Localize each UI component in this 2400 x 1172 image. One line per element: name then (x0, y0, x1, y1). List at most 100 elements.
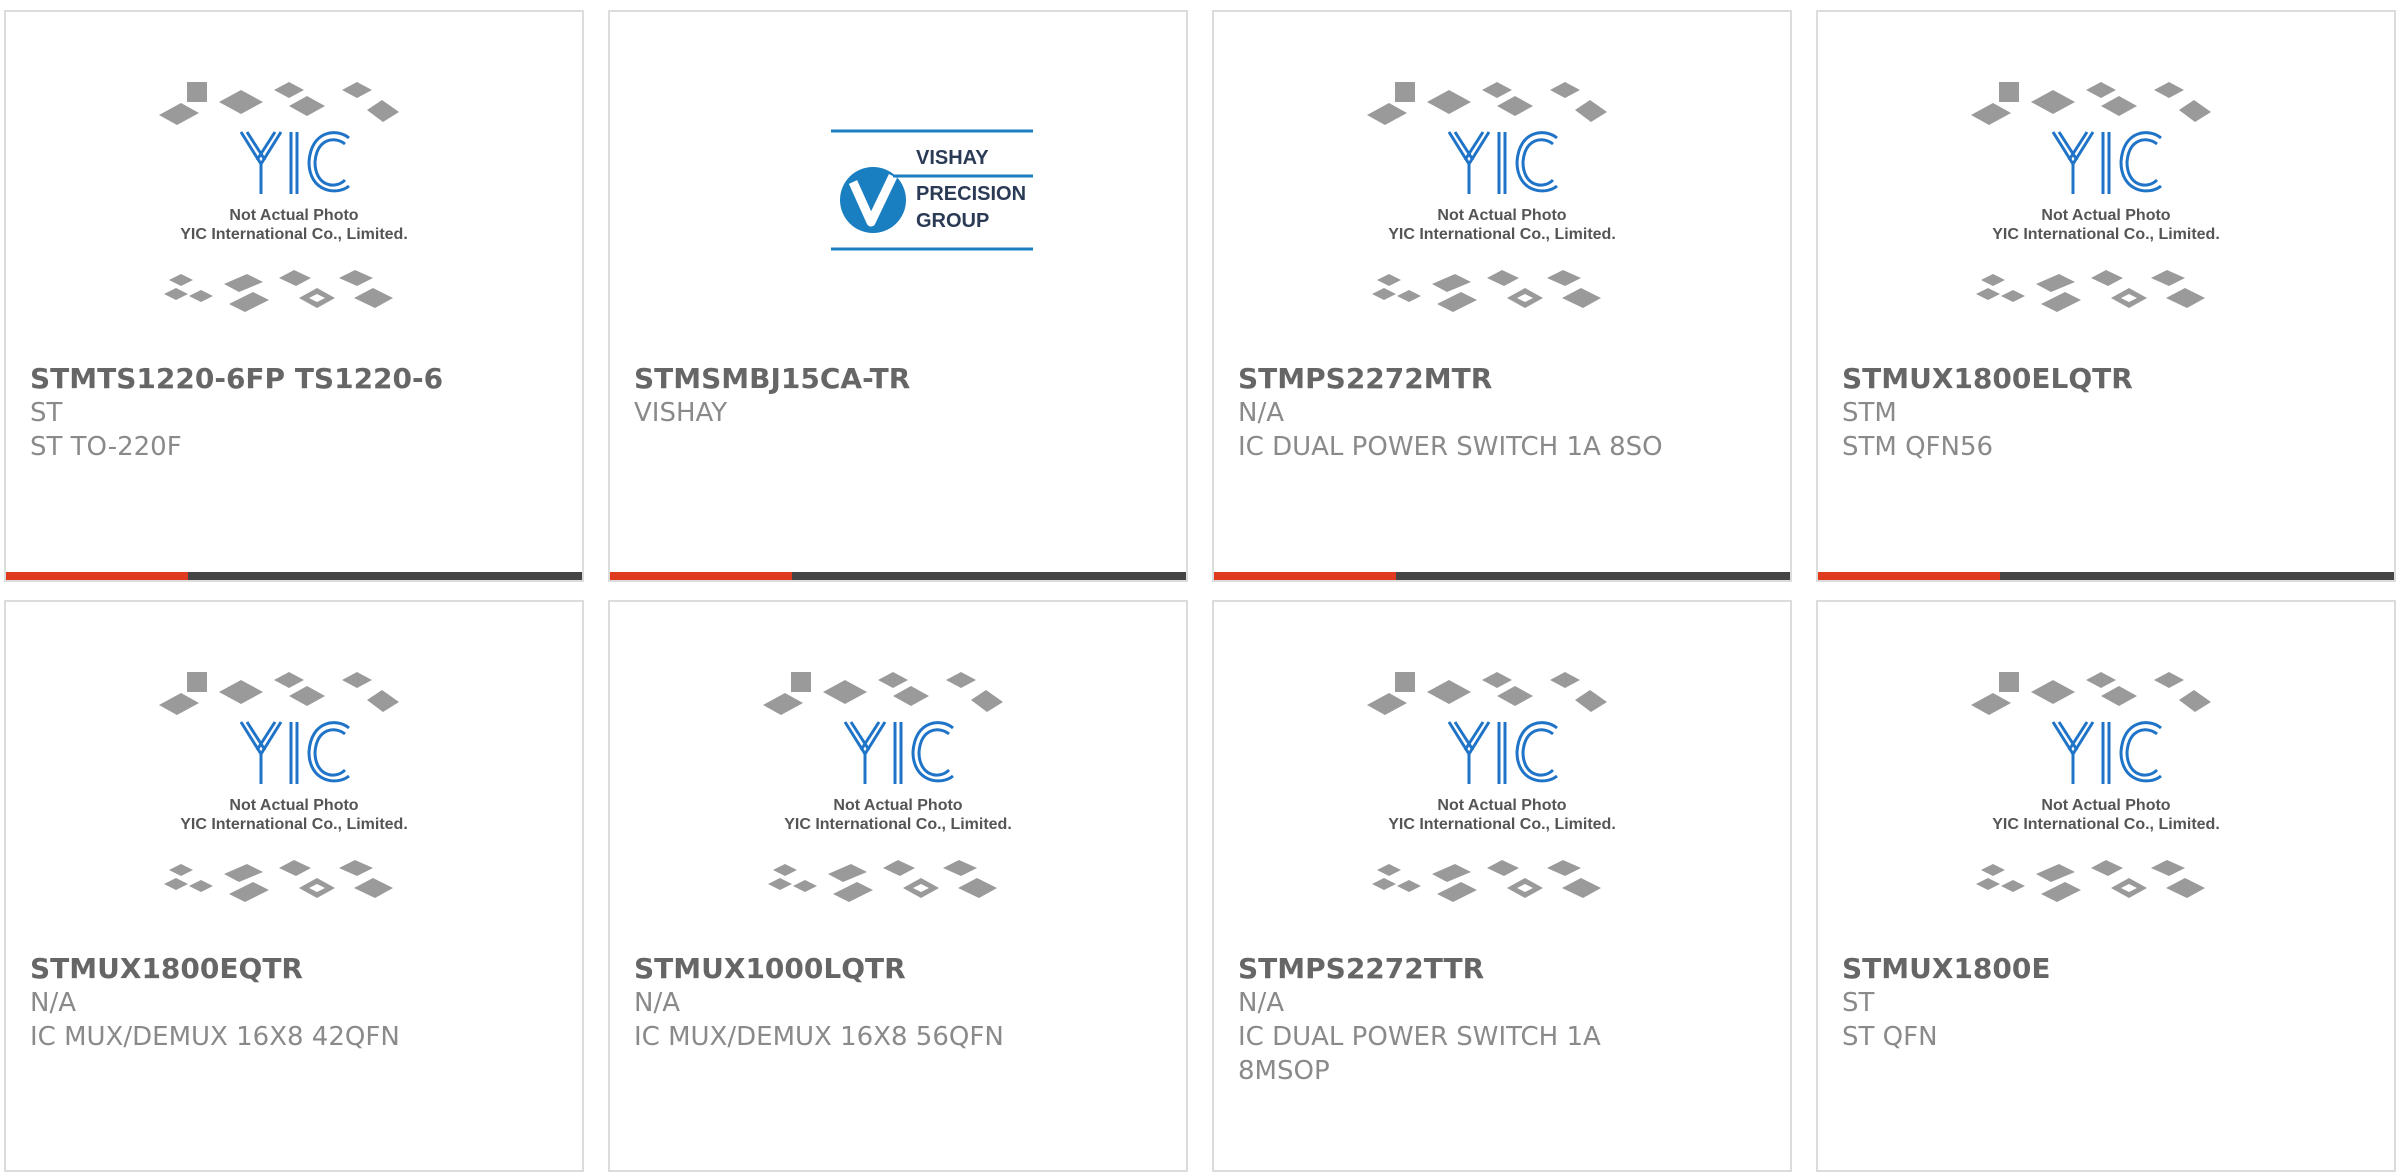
chip-icon (1976, 288, 2000, 300)
chip-icon (187, 82, 207, 102)
part-number-link[interactable]: STMUX1000LQTR (634, 952, 1126, 986)
product-card[interactable]: Not Actual Photo YIC International Co., L… (1212, 600, 1792, 1172)
yic-placeholder-image: Not Actual Photo YIC International Co., L… (1971, 672, 2220, 902)
product-image[interactable]: Not Actual Photo YIC International Co., L… (6, 72, 582, 362)
part-number-link[interactable]: STMUX1800ELQTR (1842, 362, 2334, 396)
chip-icon (793, 880, 817, 892)
chip-icon (274, 672, 304, 688)
card-bottom-bar (1214, 572, 1790, 580)
placeholder-caption: Not Actual Photo (229, 797, 358, 814)
chip-icon (2166, 288, 2205, 308)
chip-icon (1432, 274, 1471, 292)
chip-icon (2086, 82, 2116, 98)
placeholder-caption: YIC International Co., Limited. (180, 226, 408, 243)
chip-icon (2091, 270, 2123, 286)
chip-icon (768, 878, 792, 890)
chip-icon (224, 864, 263, 882)
yic-logo-icon (1447, 131, 1558, 194)
chip-icon (1377, 274, 1401, 286)
product-image[interactable]: Not Actual Photo YIC International Co., L… (1214, 662, 1790, 952)
part-number-link[interactable]: STMTS1220-6FP TS1220-6 (30, 362, 522, 396)
product-card[interactable]: Not Actual Photo YIC International Co., L… (4, 600, 584, 1172)
product-info: STMPS2272MTR N/A IC DUAL POWER SWITCH 1A… (1238, 362, 1730, 464)
chip-icon (823, 680, 867, 704)
manufacturer: N/A (1238, 398, 1284, 428)
vishay-logo-line1: VISHAY (916, 147, 989, 169)
chip-icon (229, 882, 269, 902)
placeholder-caption: YIC International Co., Limited. (1388, 816, 1616, 833)
product-image[interactable]: Not Actual Photo YIC International Co., L… (1214, 72, 1790, 362)
product-image[interactable]: Not Actual Photo YIC International Co., L… (1818, 72, 2394, 362)
chip-icon (1497, 686, 1533, 706)
vishay-logo-line3: GROUP (916, 210, 989, 232)
yic-logo-icon (239, 721, 350, 784)
description: ST QFN (1842, 1022, 1938, 1052)
chip-icon (1550, 82, 1580, 98)
product-info: STMUX1800ELQTR STM STM QFN56 (1842, 362, 2334, 464)
product-card[interactable]: VISHAY PRECISION GROUP STMSMBJ15CA-TR VI… (608, 10, 1188, 582)
chip-icon (1550, 672, 1580, 688)
part-number-link[interactable]: STMSMBJ15CA-TR (634, 362, 1126, 396)
yic-placeholder-image: Not Actual Photo YIC International Co., L… (159, 82, 408, 312)
product-card[interactable]: Not Actual Photo YIC International Co., L… (1816, 10, 2396, 582)
chip-icon (791, 672, 811, 692)
product-image[interactable]: Not Actual Photo YIC International Co., L… (1818, 662, 2394, 952)
chip-icon (1999, 82, 2019, 102)
chip-icon (164, 288, 188, 300)
chip-icon (274, 82, 304, 98)
chip-icon (159, 103, 199, 125)
product-image[interactable]: VISHAY PRECISION GROUP (610, 72, 1186, 362)
chip-icon (2166, 878, 2205, 898)
chip-icon (2001, 290, 2025, 302)
card-accent-bar (610, 572, 792, 580)
chip-icon (367, 690, 399, 712)
product-card[interactable]: Not Actual Photo YIC International Co., L… (608, 600, 1188, 1172)
product-card[interactable]: Not Actual Photo YIC International Co., L… (4, 10, 584, 582)
product-info: STMTS1220-6FP TS1220-6 ST ST TO-220F (30, 362, 522, 464)
chip-icon (773, 864, 797, 876)
chip-icon (189, 880, 213, 892)
chip-icon (1482, 82, 1512, 98)
card-accent-bar (1214, 572, 1396, 580)
chip-icon (1427, 90, 1471, 114)
chip-icon (828, 864, 867, 882)
manufacturer: STM (1842, 398, 1897, 428)
yic-logo-icon (1447, 721, 1558, 784)
description: IC MUX/DEMUX 16X8 56QFN (634, 1022, 1004, 1052)
chip-icon (367, 100, 399, 122)
chip-icon (1432, 864, 1471, 882)
product-card[interactable]: Not Actual Photo YIC International Co., L… (1212, 10, 1792, 582)
chip-icon (2001, 880, 2025, 892)
yic-logo-icon (2051, 721, 2162, 784)
chip-icon (1437, 292, 1477, 312)
card-accent-bar (1818, 572, 2000, 580)
description: IC MUX/DEMUX 16X8 42QFN (30, 1022, 400, 1052)
card-bottom-bar (610, 572, 1186, 580)
part-number-link[interactable]: STMUX1800E (1842, 952, 2334, 986)
chip-icon (878, 672, 908, 688)
part-number-link[interactable]: STMPS2272MTR (1238, 362, 1730, 396)
description: ST TO-220F (30, 432, 182, 462)
product-image[interactable]: Not Actual Photo YIC International Co., L… (6, 662, 582, 952)
chip-icon (279, 270, 311, 286)
chip-icon (339, 860, 373, 876)
chip-icon (289, 96, 325, 116)
chip-icon (1367, 103, 1407, 125)
chip-icon (1976, 878, 2000, 890)
chip-icon (187, 672, 207, 692)
chip-icon (1397, 290, 1421, 302)
part-number-link[interactable]: STMPS2272TTR (1238, 952, 1730, 986)
chip-icon (1487, 270, 1519, 286)
part-number-link[interactable]: STMUX1800EQTR (30, 952, 522, 986)
chip-icon (2031, 90, 2075, 114)
chip-icon (164, 878, 188, 890)
product-info: STMPS2272TTR N/A IC DUAL POWER SWITCH 1A… (1238, 952, 1730, 1088)
chip-icon (159, 693, 199, 715)
yic-logo-icon (239, 131, 350, 194)
chip-icon (2151, 270, 2185, 286)
product-info: STMUX1800EQTR N/A IC MUX/DEMUX 16X8 42QF… (30, 952, 522, 1054)
placeholder-caption: Not Actual Photo (1437, 797, 1566, 814)
product-image[interactable]: Not Actual Photo YIC International Co., L… (610, 662, 1186, 952)
product-card[interactable]: Not Actual Photo YIC International Co., L… (1816, 600, 2396, 1172)
chip-icon (1981, 274, 2005, 286)
